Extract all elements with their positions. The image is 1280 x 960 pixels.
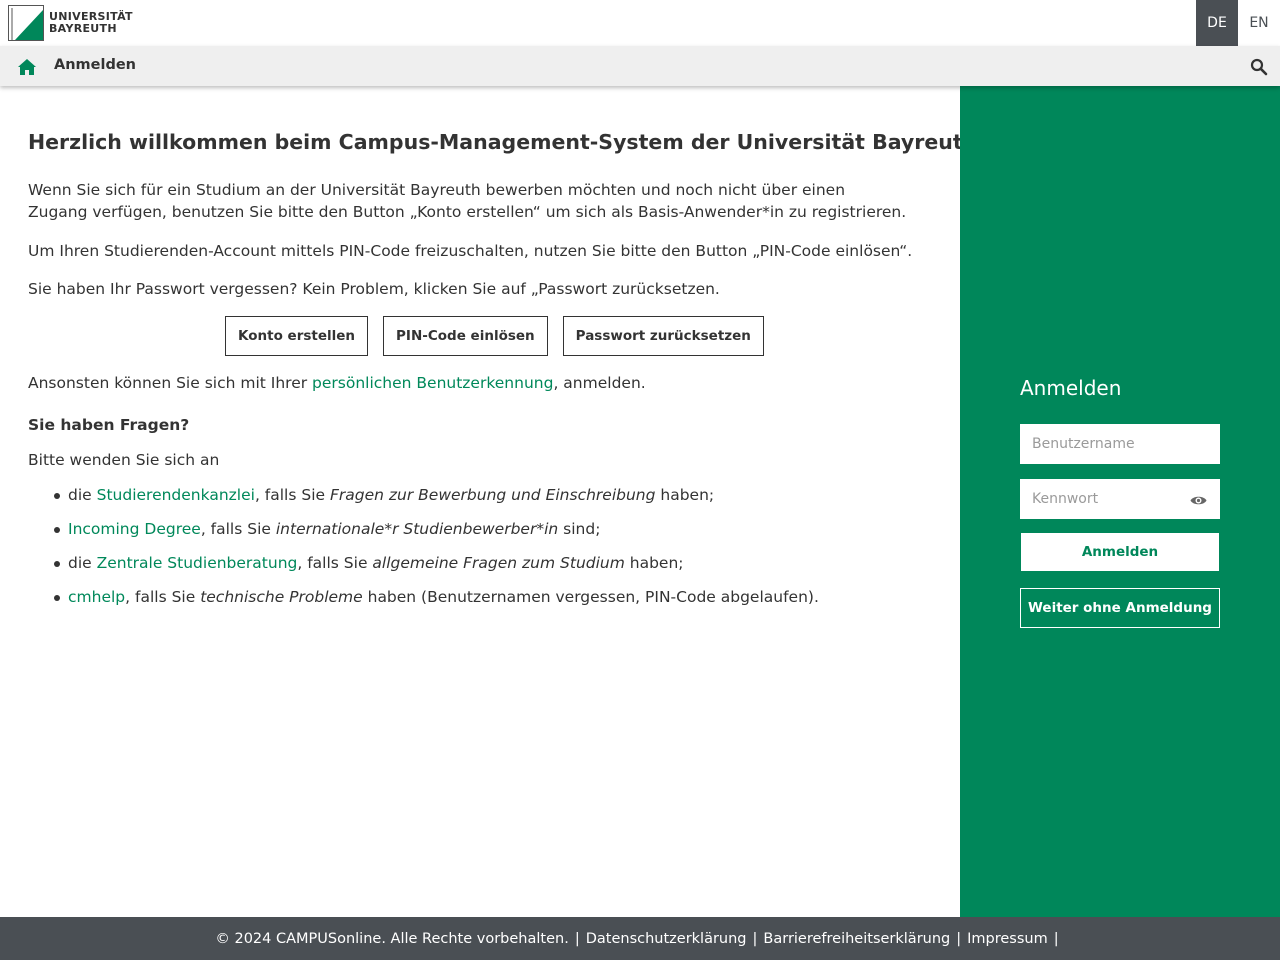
login-panel: Anmelden Anmelden Weiter ohne Anmeldung: [960, 86, 1280, 917]
list-item: Incoming Degree, falls Sie international…: [28, 518, 819, 552]
login-hint-after: , anmelden.: [553, 374, 646, 392]
questions-intro: Bitte wenden Sie sich an: [28, 451, 220, 469]
intro-paragraph-password: Sie haben Ihr Passwort vergessen? Kein P…: [28, 280, 720, 298]
reset-password-button[interactable]: Passwort zurücksetzen: [562, 316, 764, 356]
intro-paragraph-register: Wenn Sie sich für ein Studium an der Uni…: [28, 181, 907, 221]
home-icon[interactable]: [17, 58, 37, 76]
footer-copyright: © 2024 CAMPUSonline. Alle Rechte vorbeha…: [215, 930, 569, 947]
list-item-mid: , falls Sie: [200, 520, 276, 538]
list-item-suffix: sind;: [558, 520, 601, 538]
page-footer: © 2024 CAMPUSonline. Alle Rechte vorbeha…: [0, 917, 1280, 960]
personal-credentials-link[interactable]: persönlichen Benutzerkennung: [312, 374, 553, 392]
footer-accessibility-link[interactable]: Barrierefreiheitserklärung: [763, 931, 950, 947]
create-account-button[interactable]: Konto erstellen: [225, 316, 369, 356]
language-de-button[interactable]: DE: [1196, 0, 1238, 46]
continue-without-login-button[interactable]: Weiter ohne Anmeldung: [1020, 588, 1220, 628]
help-contact-list: die Studierendenkanzlei, falls Sie Frage…: [28, 484, 819, 620]
login-submit-button[interactable]: Anmelden: [1020, 532, 1220, 572]
list-item-emphasis: Fragen zur Bewerbung und Einschreibung: [329, 486, 656, 504]
footer-separator: |: [956, 930, 962, 947]
search-icon[interactable]: [1250, 58, 1268, 76]
language-en-button[interactable]: EN: [1238, 0, 1280, 46]
footer-privacy-link[interactable]: Datenschutzerklärung: [586, 931, 747, 947]
action-button-row: Konto erstellen PIN-Code einlösen Passwo…: [225, 316, 779, 356]
nav-title: Anmelden: [54, 57, 136, 73]
logo-mark-icon: [8, 5, 44, 41]
login-hint-paragraph: Ansonsten können Sie sich mit Ihrer pers…: [28, 372, 646, 394]
list-item-emphasis: allgemeine Fragen zum Studium: [372, 554, 625, 572]
zentrale-studienberatung-link[interactable]: Zentrale Studienberatung: [97, 554, 298, 572]
questions-heading: Sie haben Fragen?: [28, 416, 190, 434]
redeem-pin-button[interactable]: PIN-Code einlösen: [383, 316, 548, 356]
list-item-prefix: die: [68, 554, 97, 572]
intro-paragraph-pin: Um Ihren Studierenden-Account mittels PI…: [28, 242, 913, 260]
footer-separator: |: [1053, 930, 1059, 947]
login-hint-before: Ansonsten können Sie sich mit Ihrer: [28, 374, 313, 392]
footer-separator: |: [574, 930, 580, 947]
list-item-mid: , falls Sie: [125, 588, 201, 606]
list-item: cmhelp, falls Sie technische Probleme ha…: [28, 586, 819, 620]
nav-bar: Anmelden: [0, 46, 1280, 86]
list-item-suffix: haben (Benutzernamen vergessen, PIN-Code…: [362, 588, 819, 606]
studierendenkanzlei-link[interactable]: Studierendenkanzlei: [97, 486, 255, 504]
top-header: UNIVERSITÄT BAYREUTH DE EN: [0, 0, 1280, 46]
page-title: Herzlich willkommen beim Campus-Manageme…: [28, 130, 986, 154]
login-panel-title: Anmelden: [1020, 376, 1122, 400]
list-item-mid: , falls Sie: [254, 486, 330, 504]
list-item-suffix: haben;: [624, 554, 684, 572]
list-item-mid: , falls Sie: [297, 554, 373, 572]
list-item: die Studierendenkanzlei, falls Sie Frage…: [28, 484, 819, 518]
cmhelp-link[interactable]: cmhelp: [68, 588, 125, 606]
list-item-emphasis: technische Probleme: [200, 588, 363, 606]
logo-text: UNIVERSITÄT BAYREUTH: [49, 11, 133, 35]
incoming-degree-link[interactable]: Incoming Degree: [68, 520, 201, 538]
username-input[interactable]: [1020, 424, 1220, 464]
list-item-emphasis: internationale*r Studienbewerber*in: [275, 520, 559, 538]
list-item-suffix: haben;: [655, 486, 715, 504]
university-logo[interactable]: UNIVERSITÄT BAYREUTH: [8, 4, 133, 42]
list-item: die Zentrale Studienberatung, falls Sie …: [28, 552, 819, 586]
logo-line-2: BAYREUTH: [49, 22, 117, 35]
footer-imprint-link[interactable]: Impressum: [967, 931, 1048, 947]
eye-icon[interactable]: [1190, 492, 1207, 505]
list-item-prefix: die: [68, 486, 97, 504]
footer-separator: |: [752, 930, 758, 947]
